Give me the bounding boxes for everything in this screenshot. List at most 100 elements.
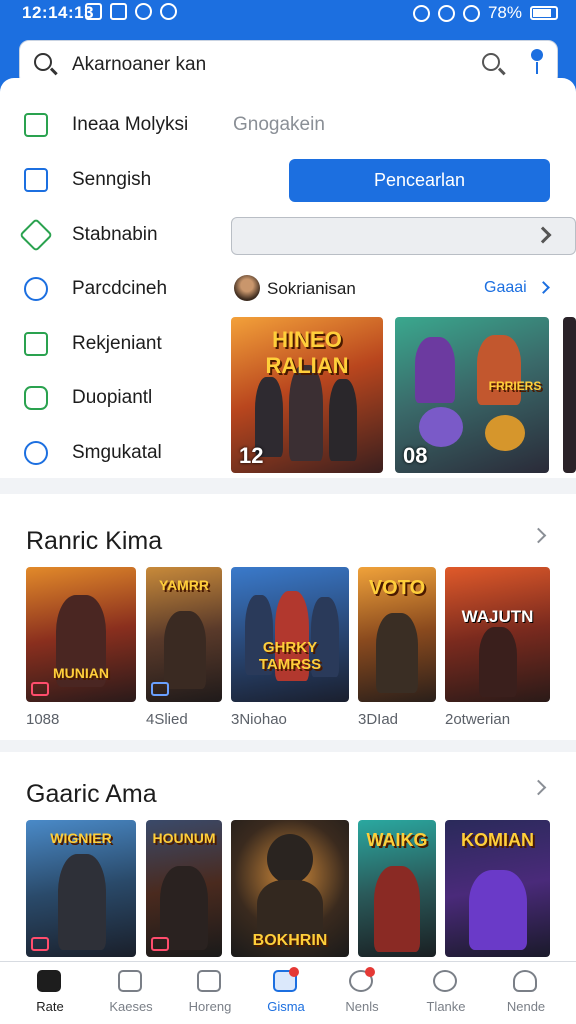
primary-button[interactable]: Pencearlan xyxy=(289,159,550,202)
game-title: HINEO RALIAN xyxy=(265,327,349,378)
battery-icon xyxy=(530,6,558,20)
game-title: WAJUTN xyxy=(461,607,534,626)
game-title: MUNIAN xyxy=(53,665,109,681)
nav-games[interactable]: Kaeses xyxy=(95,962,167,1024)
badge-icon xyxy=(151,682,169,696)
game-card[interactable]: KOMIAN xyxy=(445,820,550,957)
nav-library[interactable]: Horeng xyxy=(174,962,246,1024)
menu-item-awards[interactable]: Duopiantl xyxy=(24,381,224,415)
game-card[interactable]: HOUNUM xyxy=(146,820,222,957)
sync-icon xyxy=(160,3,177,20)
game-title: WAIKG xyxy=(366,830,428,850)
notification-dot xyxy=(365,967,375,977)
character-art xyxy=(164,611,206,689)
game-caption: 3DIad xyxy=(358,711,399,728)
nav-label: Rate xyxy=(36,999,64,1014)
character-art xyxy=(289,365,323,461)
menu-item-label: Rekjeniant xyxy=(72,333,162,354)
character-art xyxy=(267,834,313,884)
bag-icon xyxy=(24,168,48,192)
nav-search[interactable]: Tlanke xyxy=(410,962,482,1024)
nav-home[interactable]: Rate xyxy=(14,962,86,1024)
home-icon xyxy=(24,113,48,137)
game-card[interactable]: VOTO xyxy=(358,567,436,702)
menu-item-label: Duopiantl xyxy=(72,387,153,408)
game-title: YAMRR xyxy=(158,577,210,593)
badge-icon xyxy=(31,682,49,696)
nav-store[interactable]: Gisma xyxy=(250,962,322,1024)
chevron-right-icon xyxy=(534,226,552,244)
featured-game-card[interactable]: FRRIERS 08 xyxy=(395,317,549,473)
menu-item-label: Stabnabin xyxy=(72,224,158,245)
location-icon xyxy=(24,441,48,465)
menu-item-label: Ineaa Molyksi xyxy=(72,114,189,135)
game-card[interactable]: MUNIAN xyxy=(26,567,136,702)
game-caption: 4Slied xyxy=(146,711,188,728)
character-art xyxy=(477,335,521,405)
game-rank: 08 xyxy=(403,443,428,468)
nav-label: Nende xyxy=(506,999,546,1014)
game-card[interactable]: WIGNIER xyxy=(26,820,136,957)
profile-icon xyxy=(513,970,537,992)
character-art xyxy=(374,866,420,952)
mic-icon[interactable] xyxy=(531,49,543,74)
wifi-icon xyxy=(462,4,480,22)
search-icon xyxy=(34,53,52,71)
menu-item-label: Parcdcineh xyxy=(72,278,168,299)
game-card[interactable]: BOKHRIN xyxy=(231,820,349,957)
see-more-link[interactable]: Gaaai xyxy=(484,279,527,297)
game-card[interactable]: GHRKY TAMRSS xyxy=(231,567,349,702)
select-bar[interactable] xyxy=(231,217,576,255)
badge-icon xyxy=(151,937,169,951)
chevron-right-icon xyxy=(537,281,550,294)
library-icon xyxy=(197,970,221,992)
nav-label: Kaeses xyxy=(109,999,153,1014)
character-art xyxy=(58,854,106,950)
app-notification-icon xyxy=(110,3,127,20)
nav-label: Nenls xyxy=(345,999,379,1014)
badge-icon xyxy=(24,386,48,410)
avatar xyxy=(234,275,260,301)
search-input[interactable]: Akarnoaner kan xyxy=(72,54,206,76)
character-art xyxy=(257,880,323,940)
game-card[interactable]: WAIKG xyxy=(358,820,436,957)
nav-label: Gisma xyxy=(267,999,305,1014)
ghost-label: Gnogakein xyxy=(233,114,325,135)
nav-news[interactable]: Nenls xyxy=(326,962,398,1024)
game-rank: 12 xyxy=(239,443,264,468)
section-title: Gaaric Ama xyxy=(26,780,157,808)
menu-item-shop[interactable]: Senngish xyxy=(24,163,224,197)
featured-game-card[interactable]: HINEO RALIAN 12 xyxy=(231,317,383,473)
status-bar: 12:14:13 78% xyxy=(0,0,576,26)
featured-game-card-peek[interactable] xyxy=(563,317,576,473)
menu-item-explore[interactable]: Parcdcineh xyxy=(24,272,224,306)
character-art xyxy=(329,379,357,461)
game-title: BOKHRIN xyxy=(252,932,328,949)
menu-item-location[interactable]: Smgukatal xyxy=(24,436,224,470)
game-caption: 3Niohao xyxy=(231,711,287,728)
section-title: Ranric Kima xyxy=(26,527,163,555)
menu-item-label: Senngish xyxy=(72,169,152,190)
character-art xyxy=(479,627,517,697)
nav-label: Tlanke xyxy=(426,999,466,1014)
search-submit-icon[interactable] xyxy=(482,53,500,71)
compass-icon xyxy=(24,277,48,301)
game-title: GHRKY TAMRSS xyxy=(258,639,322,673)
nav-profile[interactable]: Nende xyxy=(490,962,562,1024)
game-card[interactable]: YAMRR xyxy=(146,567,222,702)
record-icon xyxy=(135,3,152,20)
game-caption: 1088 xyxy=(26,711,60,728)
folder-icon xyxy=(24,332,48,356)
character-art xyxy=(376,613,418,693)
game-title: FRRIERS xyxy=(488,379,542,393)
character-art xyxy=(419,407,463,447)
battery-percent: 78% xyxy=(487,3,522,22)
game-card[interactable]: WAJUTN xyxy=(445,567,550,702)
publisher-row: Sokrianisan Gaaai xyxy=(234,275,554,303)
bottom-nav: Rate Kaeses Horeng Gisma Nenls Tlanke Ne… xyxy=(0,961,576,1024)
bluetooth-icon xyxy=(412,4,430,22)
menu-item-home[interactable]: Ineaa Molyksi xyxy=(24,108,224,142)
menu-item-send[interactable]: Stabnabin xyxy=(19,218,224,252)
menu-item-library[interactable]: Rekjeniant xyxy=(24,327,224,361)
notification-icon xyxy=(85,3,102,20)
